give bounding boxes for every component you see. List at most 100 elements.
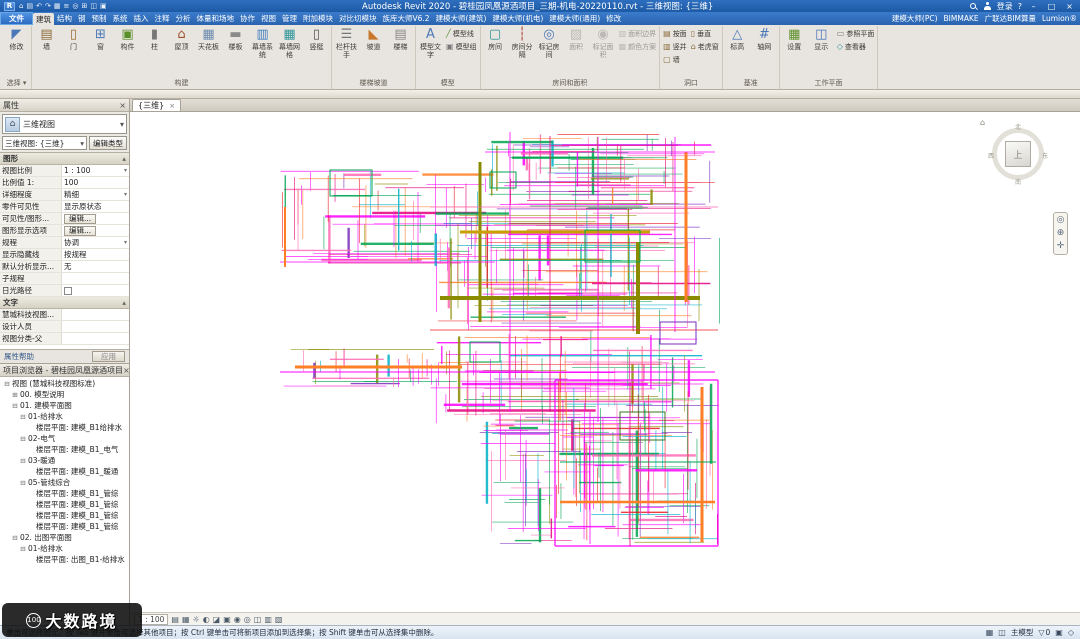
ribbon-tab[interactable]: 插入 xyxy=(131,12,152,25)
property-value[interactable] xyxy=(62,309,129,320)
compass-west-label[interactable]: 西 xyxy=(988,151,994,160)
ribbon-tab[interactable]: 体量和场地 xyxy=(194,12,238,25)
file-menu-button[interactable]: 文件 xyxy=(0,12,33,25)
sun-path-icon[interactable]: ☼ xyxy=(193,614,200,625)
property-value[interactable]: 按规程 xyxy=(62,249,129,260)
property-section-header[interactable]: 图形 ▴ xyxy=(0,153,129,165)
exclude-options-icon[interactable]: ◇ xyxy=(1068,628,1074,637)
worksets-icon[interactable]: ◫ xyxy=(998,628,1006,637)
ribbon-tool[interactable]: ◫ 显示 xyxy=(808,26,835,52)
tag-icon[interactable]: ◎ xyxy=(72,2,78,10)
expand-icon[interactable]: ⊟ xyxy=(19,479,27,487)
tree-item[interactable]: 楼层平面: 建模_B1_管综 xyxy=(0,499,129,510)
revit-app-icon[interactable]: R xyxy=(4,1,15,11)
instance-selector[interactable]: 三维视图: {三维} ▾ xyxy=(2,136,87,150)
help-icon[interactable]: ? xyxy=(1018,2,1022,11)
ribbon-tool[interactable]: ▯ 门 xyxy=(60,26,87,52)
property-value[interactable]: 精细 ▾ xyxy=(62,189,129,200)
expand-icon[interactable]: ⊞ xyxy=(11,391,19,399)
expand-icon[interactable]: ⊟ xyxy=(3,380,11,388)
ribbon-tool[interactable]: ▢ 墙 xyxy=(661,54,689,66)
ribbon-tab[interactable]: 钢 xyxy=(75,12,89,25)
close-icon[interactable]: × xyxy=(169,102,175,110)
tree-item[interactable]: ⊟ 05-管线综合 xyxy=(0,477,129,488)
ribbon-tool[interactable]: ▦ 天花板 xyxy=(195,26,222,52)
edit-button[interactable]: 编辑... xyxy=(64,225,97,236)
properties-help-link[interactable]: 属性帮助 xyxy=(4,351,34,362)
ribbon-tab[interactable]: 修改 xyxy=(603,12,624,25)
ribbon-tool[interactable]: ▬ 楼板 xyxy=(222,26,249,52)
ribbon-tool[interactable]: ⊞ 窗 xyxy=(87,26,114,52)
plugin-tab[interactable]: Lumion® xyxy=(1039,12,1080,25)
ribbon-tool[interactable]: ▯ 竖梃 xyxy=(303,26,330,52)
property-value[interactable]: 显示原状态 xyxy=(62,201,129,212)
thin-lines-icon[interactable]: ▣ xyxy=(100,2,107,10)
edit-type-button[interactable]: 编辑类型 xyxy=(89,136,127,150)
minimize-button[interactable]: – xyxy=(1027,1,1040,12)
close-icon[interactable]: × xyxy=(123,366,129,375)
ribbon-tool[interactable]: ▤ 按面 xyxy=(661,28,689,40)
compass-south-label[interactable]: 南 xyxy=(1015,177,1021,186)
tree-item[interactable]: ⊟ 02. 出图平面图 xyxy=(0,532,129,543)
detail-level-icon[interactable]: ▤ xyxy=(171,614,179,625)
viewcube-cube[interactable]: 上 xyxy=(1005,141,1031,167)
ribbon-tab[interactable]: 附加模块 xyxy=(300,12,336,25)
tree-item[interactable]: ⊞ 00. 模型说明 xyxy=(0,389,129,400)
expand-icon[interactable]: ⊟ xyxy=(19,545,27,553)
ribbon-tool[interactable]: ▨ 面积 xyxy=(563,26,590,52)
ribbon-tool[interactable]: ◉ 标记面积 xyxy=(590,26,617,60)
ribbon-tool[interactable]: ◇ 查看器 xyxy=(835,41,877,53)
project-browser-header[interactable]: 项目浏览器 - 碧桂园凤凰源酒项目 × xyxy=(0,364,129,377)
navigation-bar[interactable]: ◎ ⊕ ✛ xyxy=(1053,212,1068,255)
ribbon-tool[interactable]: ▥ 竖井 xyxy=(661,41,689,53)
ribbon-tab[interactable]: 建模大师(通用) xyxy=(546,12,603,25)
ribbon-tab[interactable]: 结构 xyxy=(54,12,75,25)
ribbon-tab[interactable]: 建模大师(建筑) xyxy=(433,12,490,25)
editable-only-icon[interactable]: ▣ xyxy=(1055,628,1063,637)
expand-icon[interactable]: ⊟ xyxy=(19,435,27,443)
property-value[interactable] xyxy=(62,321,129,332)
temporary-hide-icon[interactable]: ◎ xyxy=(244,614,251,625)
property-value[interactable]: 100 xyxy=(62,177,129,188)
reveal-hidden-icon[interactable]: ◫ xyxy=(254,614,262,625)
ribbon-tab[interactable]: 协作 xyxy=(237,12,258,25)
drawing-canvas[interactable]: ⌂ 上 北 东 南 西 ◎ ⊕ ✛ xyxy=(130,112,1080,612)
tree-item[interactable]: 楼层平面: 建模_B1_电气 xyxy=(0,444,129,455)
section-icon[interactable]: ◫ xyxy=(90,2,97,10)
property-value[interactable]: 编辑... xyxy=(62,225,129,236)
ribbon-tool[interactable]: A 模型文字 xyxy=(417,26,444,60)
save-icon[interactable]: ▤ xyxy=(26,2,33,10)
ribbon-tab[interactable]: 建筑 xyxy=(33,13,54,25)
constraints-icon[interactable]: ▧ xyxy=(275,614,283,625)
ribbon-tab[interactable]: 对比切模块 xyxy=(336,12,380,25)
zoom-icon[interactable]: ⊕ xyxy=(1057,229,1065,238)
home-icon[interactable]: ⌂ xyxy=(980,118,985,127)
plugin-tab[interactable]: 广联达BIM算量 xyxy=(982,12,1039,25)
ribbon-tab[interactable]: 视图 xyxy=(258,12,279,25)
plugin-tab[interactable]: 建模大师(PC) xyxy=(889,12,941,25)
expand-icon[interactable]: ⊟ xyxy=(19,457,27,465)
close-button[interactable]: × xyxy=(1063,1,1076,12)
expand-icon[interactable]: ⊟ xyxy=(19,413,27,421)
ribbon-tool[interactable]: ⌂ 屋顶 xyxy=(168,26,195,52)
ribbon-tool[interactable]: ┆ 房间分隔 xyxy=(509,26,536,60)
compass-east-label[interactable]: 东 xyxy=(1042,151,1048,160)
tree-item[interactable]: 楼层平面: 建模_B1_管综 xyxy=(0,510,129,521)
tree-item[interactable]: 楼层平面: 建模_B1给排水 xyxy=(0,422,129,433)
temporary-view-properties-icon[interactable]: ▥ xyxy=(264,614,272,625)
property-checkbox[interactable] xyxy=(64,286,72,295)
ribbon-tool[interactable]: ⌂ 老虎窗 xyxy=(689,41,721,53)
search-icon[interactable] xyxy=(969,2,978,11)
ribbon-tool[interactable]: ☰ 栏杆扶手 xyxy=(333,26,360,60)
rendering-icon[interactable]: ◪ xyxy=(213,614,221,625)
ribbon-tab[interactable]: 预制 xyxy=(89,12,110,25)
ribbon-tool[interactable]: ▭ 参照平面 xyxy=(835,28,877,40)
tree-item[interactable]: 楼层平面: 建模_B1_暖通 xyxy=(0,466,129,477)
ribbon-tool[interactable]: ▦ 设置 xyxy=(781,26,808,52)
undo-icon[interactable]: ↶ xyxy=(36,2,42,10)
ribbon-tab[interactable]: 注释 xyxy=(152,12,173,25)
ribbon-tool[interactable]: ◎ 标记房间 xyxy=(536,26,563,60)
tree-item[interactable]: 楼层平面: 建模_B1_管综 xyxy=(0,488,129,499)
ribbon-tool[interactable]: # 轴网 xyxy=(751,26,778,52)
ribbon-tab[interactable]: 族库大师V6.2 xyxy=(380,12,433,25)
